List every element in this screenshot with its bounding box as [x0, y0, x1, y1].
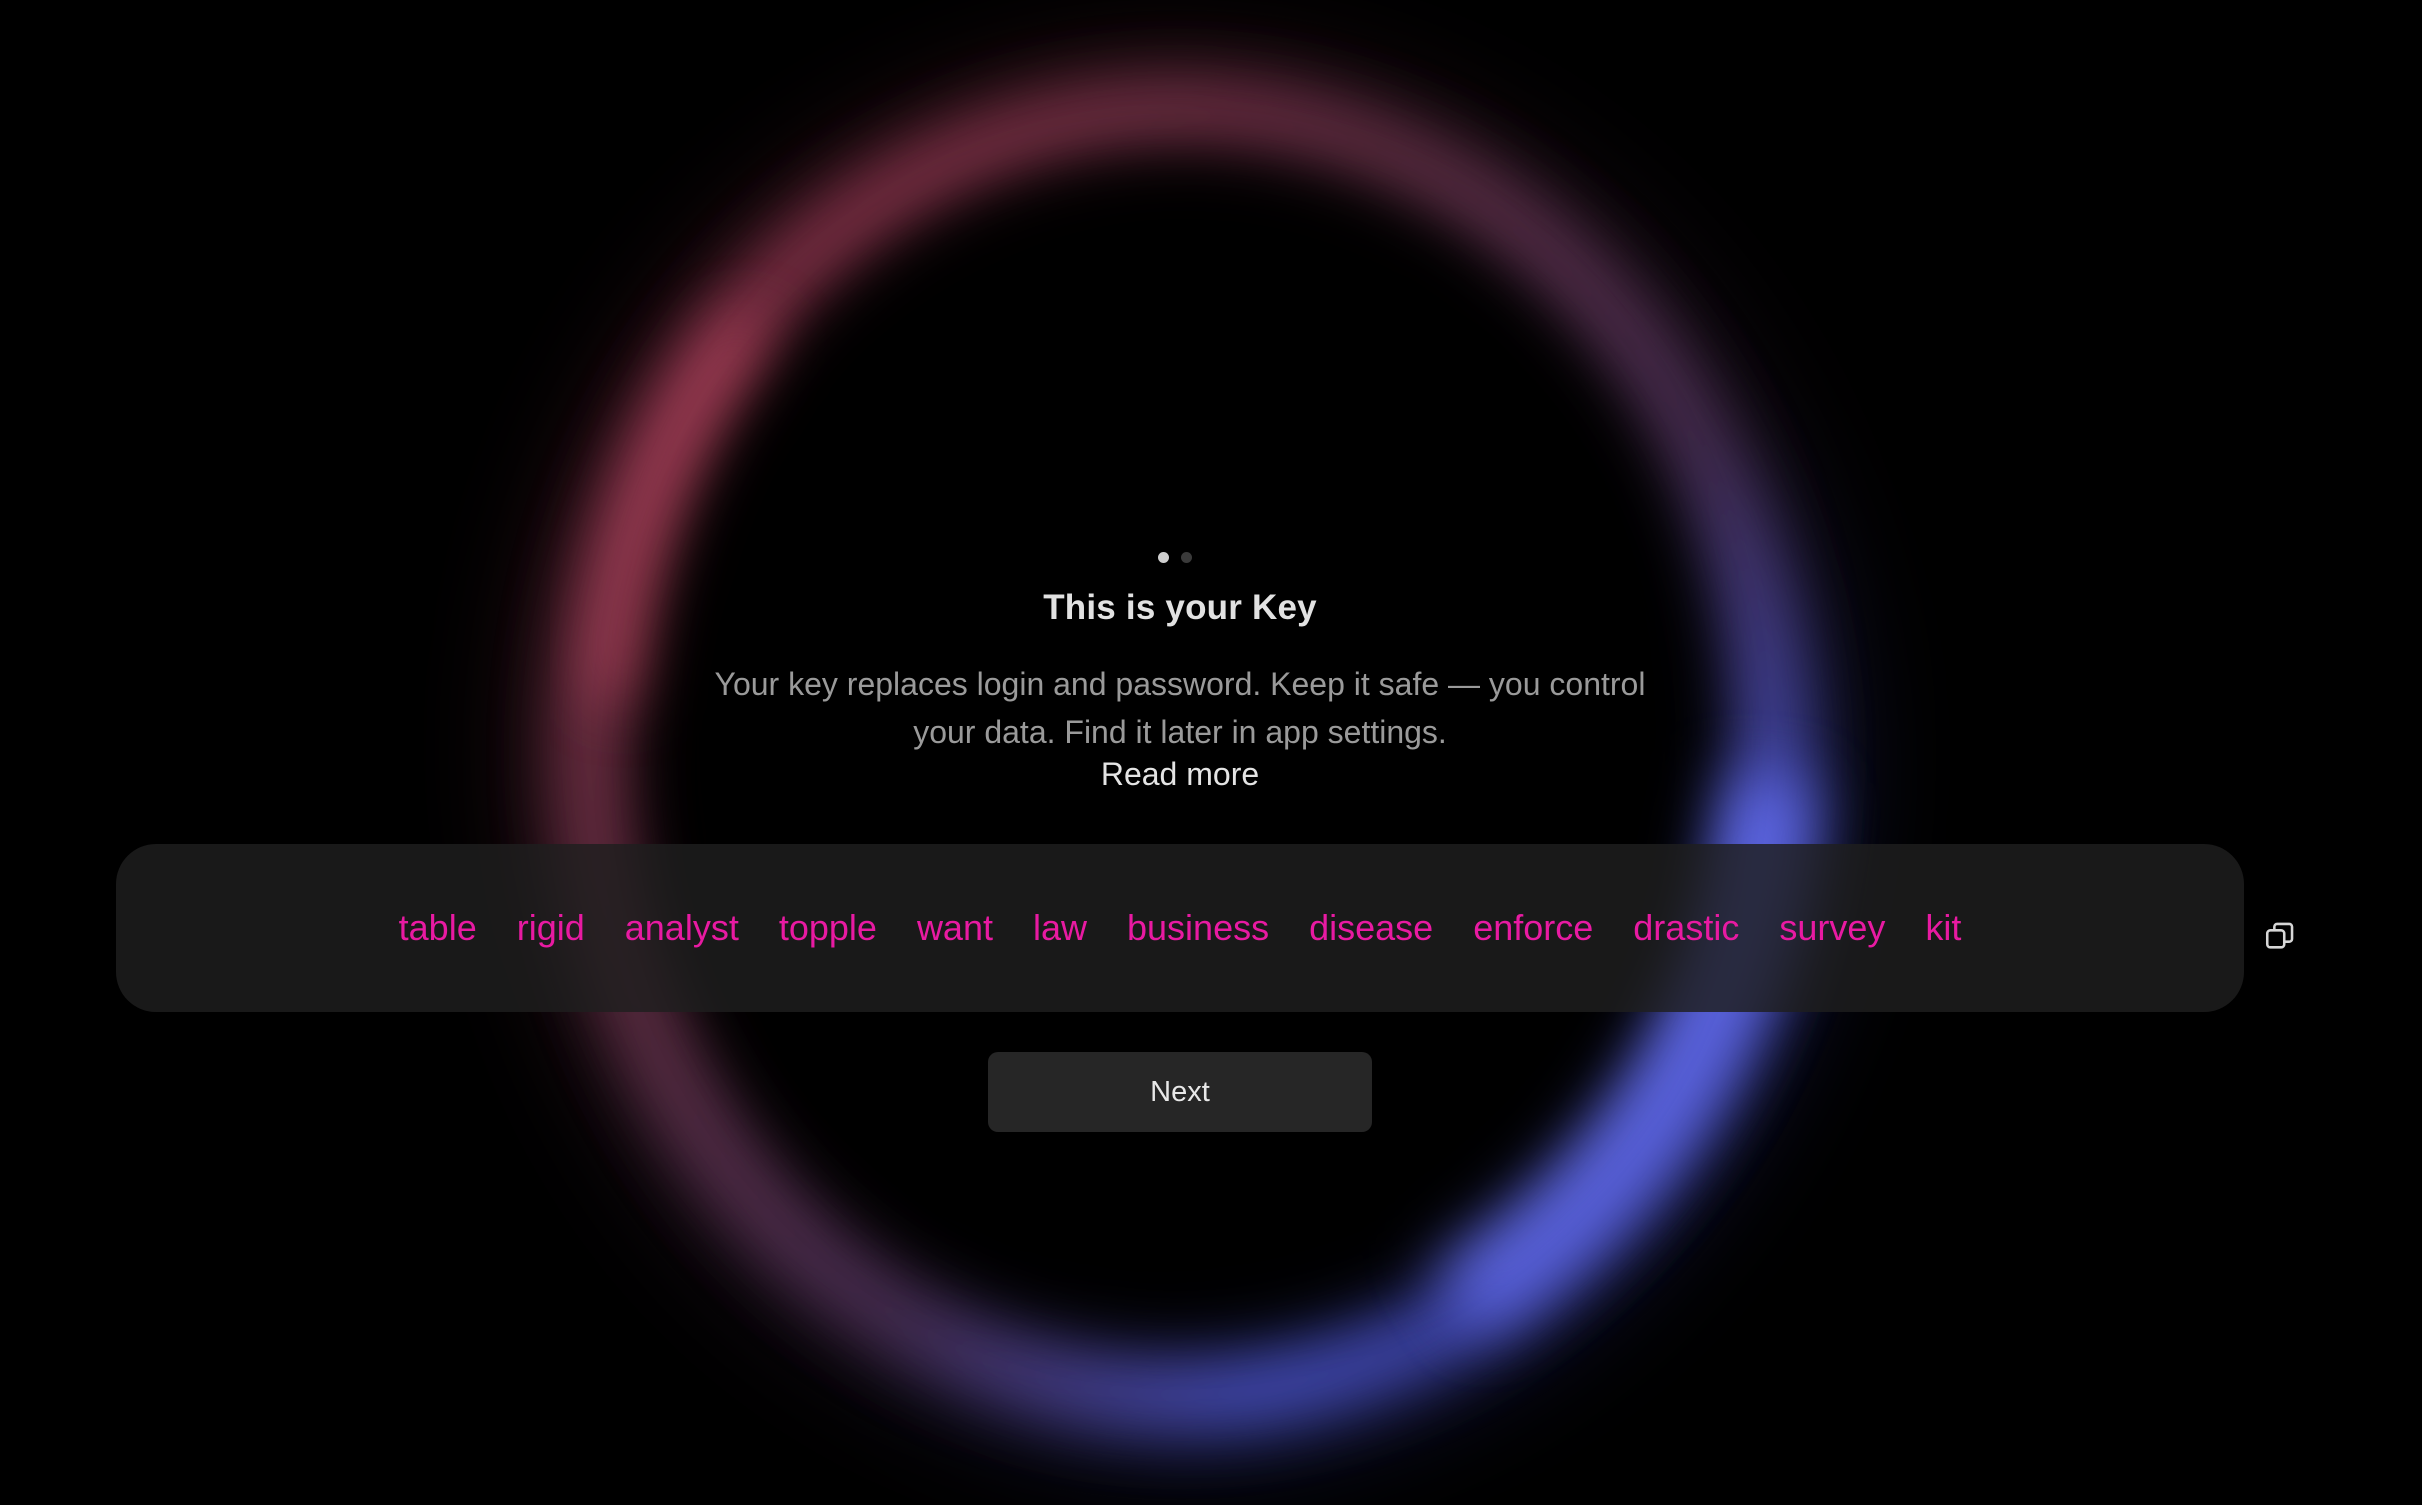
phrase-word: law — [1032, 907, 1088, 948]
phrase-word: survey — [1779, 907, 1886, 948]
key-phrase-box: table rigid analyst topple want law busi… — [116, 844, 2244, 1012]
phrase-word: analyst — [624, 907, 739, 948]
step-indicator — [1158, 550, 1198, 564]
phrase-word: enforce — [1473, 907, 1594, 948]
phrase-word: table — [398, 907, 477, 948]
phrase-word: disease — [1309, 907, 1434, 948]
description-text: Your key replaces login and password. Ke… — [714, 666, 1646, 750]
phrase-word: kit — [1925, 907, 1962, 948]
phrase-word: business — [1127, 907, 1270, 948]
copy-button[interactable] — [2262, 918, 2298, 954]
next-button[interactable]: Next — [988, 1052, 1372, 1132]
step-dot-active — [1158, 551, 1169, 563]
phrase-word: rigid — [516, 907, 585, 948]
copy-icon — [2265, 922, 2294, 949]
key-phrase-words: table rigid analyst topple want law busi… — [399, 907, 1962, 949]
phrase-word: want — [916, 907, 993, 948]
onboarding-screen: This is your Key Your key replaces login… — [0, 0, 2422, 1505]
page-title: This is your Key — [1043, 588, 1317, 627]
phrase-word: topple — [778, 907, 877, 948]
read-more-link[interactable]: Read more — [0, 756, 2360, 793]
step-dot — [1181, 551, 1192, 563]
phrase-word: drastic — [1633, 907, 1740, 948]
